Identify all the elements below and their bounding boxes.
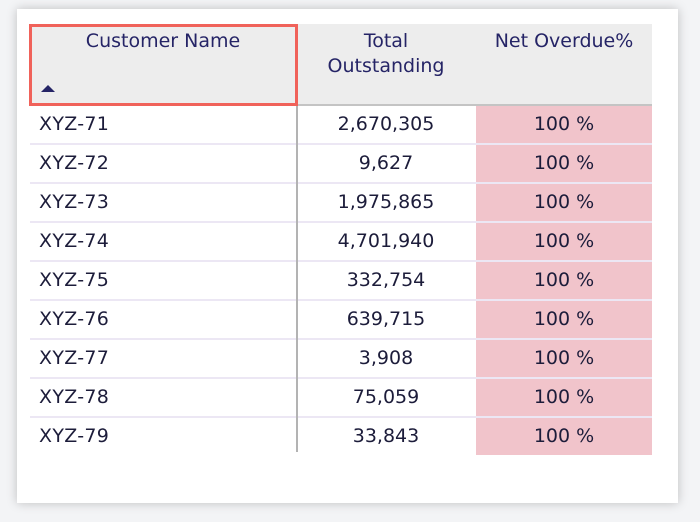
column-header-total-outstanding-line2: Outstanding [327,55,445,77]
column-header-net-overdue-label: Net Overdue% [494,30,634,52]
table-row[interactable]: XYZ-73 1,975,865 100 % [30,184,652,223]
total-outstanding-cell: 332,754 [346,269,426,291]
total-outstanding-cell: 75,059 [352,386,420,408]
total-outstanding-cell: 2,670,305 [337,113,435,135]
column-header-net-overdue[interactable]: Net Overdue% [476,24,652,104]
net-overdue-cell: 100 % [476,418,652,455]
net-overdue-cell: 100 % [476,262,652,299]
customer-name-cell: XYZ-71 [39,113,110,135]
total-outstanding-cell: 9,627 [358,152,414,174]
customer-name-cell: XYZ-75 [39,269,110,291]
table-row[interactable]: XYZ-78 75,059 100 % [30,379,652,418]
net-overdue-cell: 100 % [476,223,652,260]
total-outstanding-cell: 4,701,940 [337,230,435,252]
customer-name-cell: XYZ-72 [39,152,110,174]
total-outstanding-cell: 3,908 [358,347,414,369]
table-row[interactable]: XYZ-71 2,670,305 100 % [30,106,652,145]
total-outstanding-cell: 33,843 [352,425,420,447]
table-row[interactable]: XYZ-72 9,627 100 % [30,145,652,184]
net-overdue-cell: 100 % [476,106,652,143]
table-row[interactable]: XYZ-79 33,843 100 % [30,418,652,455]
table-header: Customer Name Total Outstanding Net Over… [30,24,652,106]
net-overdue-cell: 100 % [476,145,652,182]
table-row[interactable]: XYZ-76 639,715 100 % [30,301,652,340]
table-row[interactable]: XYZ-75 332,754 100 % [30,262,652,301]
column-header-total-outstanding-line1: Total [363,30,409,52]
customer-name-cell: XYZ-74 [39,230,110,252]
sort-ascending-icon[interactable] [41,85,55,92]
total-outstanding-cell: 639,715 [346,308,426,330]
table-row[interactable]: XYZ-77 3,908 100 % [30,340,652,379]
customer-name-cell: XYZ-79 [39,425,110,447]
total-outstanding-cell: 1,975,865 [337,191,435,213]
customer-name-cell: XYZ-73 [39,191,110,213]
column-header-customer-name[interactable]: Customer Name [30,24,296,104]
table-row[interactable]: XYZ-74 4,701,940 100 % [30,223,652,262]
table-body: XYZ-71 2,670,305 100 % XYZ-72 9,627 100 … [30,106,652,455]
customer-name-cell: XYZ-78 [39,386,110,408]
customer-name-cell: XYZ-77 [39,347,110,369]
customer-table: Customer Name Total Outstanding Net Over… [30,24,652,455]
column-header-total-outstanding[interactable]: Total Outstanding [296,24,476,104]
net-overdue-cell: 100 % [476,301,652,338]
net-overdue-cell: 100 % [476,379,652,416]
net-overdue-cell: 100 % [476,340,652,377]
customer-name-cell: XYZ-76 [39,308,110,330]
column-divider[interactable] [296,106,298,452]
column-header-customer-name-label: Customer Name [85,30,241,52]
net-overdue-cell: 100 % [476,184,652,221]
